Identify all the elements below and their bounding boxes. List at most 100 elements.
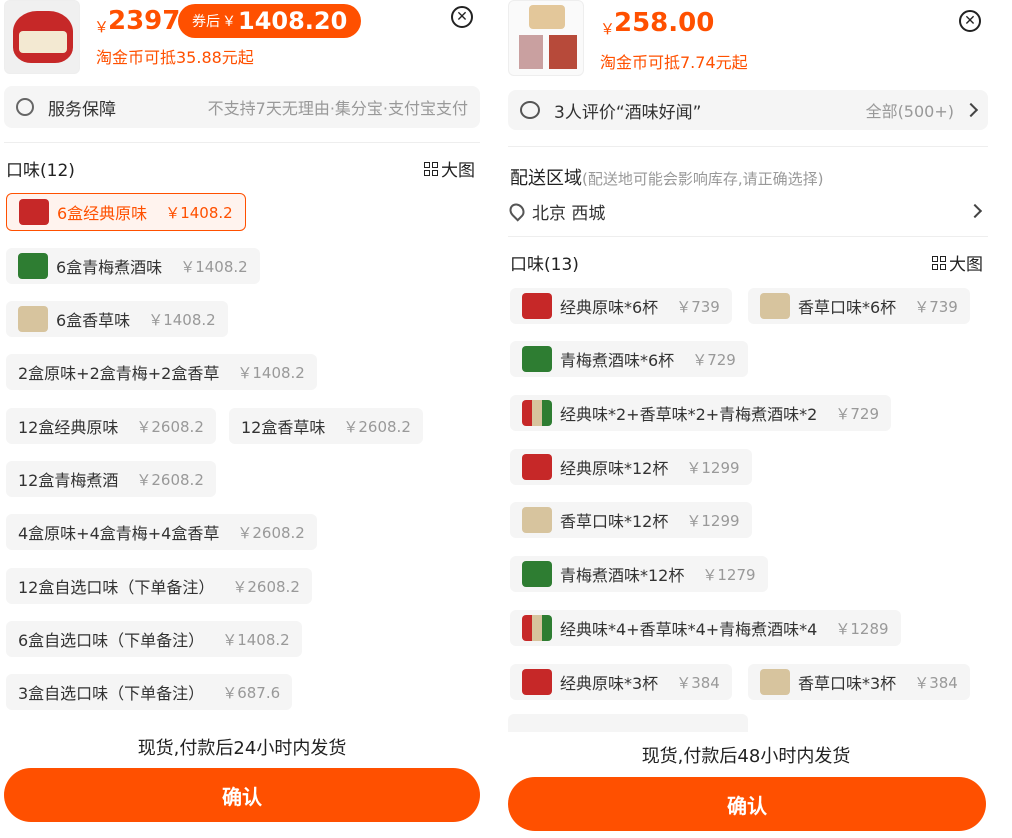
option-thumbnail xyxy=(522,669,552,695)
option-price: ￥739 xyxy=(676,297,720,316)
option-price: ￥2608.2 xyxy=(237,523,305,542)
yen-symbol: ￥ xyxy=(600,20,616,38)
sku-option[interactable]: 香草口味*3杯 ￥384 xyxy=(748,664,970,700)
product-price: 2397 xyxy=(108,6,181,36)
option-name: 经典味*2+香草味*2+青梅煮酒味*2 xyxy=(560,405,818,424)
flavor-title-text: 口味(12) xyxy=(6,161,75,181)
sku-option[interactable]: 4盒原味+4盒青梅+4盒香草 ￥2608.2 xyxy=(6,514,317,550)
option-price: ￥1408.2 xyxy=(165,203,233,222)
option-name: 12盒自选口味（下单备注） xyxy=(18,578,215,597)
product-thumbnail xyxy=(508,0,584,76)
grid-icon xyxy=(932,255,946,270)
delivery-location: 北京 西城 xyxy=(532,203,606,224)
option-name: 经典味*4+香草味*4+青梅煮酒味*4 xyxy=(560,620,818,639)
flavor-title-text: 口味(13) xyxy=(510,255,579,275)
sku-option[interactable]: 6盒青梅煮酒味 ￥1408.2 xyxy=(6,248,260,284)
option-thumbnail xyxy=(522,507,552,533)
service-guarantee-row[interactable]: 服务保障 不支持7天无理由·集分宝·支付宝支付 xyxy=(4,86,480,128)
sku-option[interactable]: 6盒自选口味（下单备注） ￥1408.2 xyxy=(6,621,302,657)
option-name: 3盒自选口味（下单备注） xyxy=(18,684,205,703)
option-thumbnail xyxy=(18,306,48,332)
grid-icon xyxy=(424,161,438,176)
option-name: 12盒经典原味 xyxy=(18,418,119,437)
location-pin-icon xyxy=(506,200,528,222)
divider xyxy=(508,146,988,147)
option-thumbnail xyxy=(522,561,552,587)
sku-option[interactable]: 香草口味*6杯 ￥739 xyxy=(748,288,970,324)
chat-bubble-icon xyxy=(520,101,540,119)
sku-option[interactable]: 6盒香草味 ￥1408.2 xyxy=(6,301,228,337)
close-icon[interactable]: ✕ xyxy=(959,10,981,32)
yen-symbol: ￥ xyxy=(222,14,236,30)
big-view-button[interactable]: 大图 xyxy=(932,250,983,275)
close-icon[interactable]: ✕ xyxy=(451,6,473,28)
big-view-button[interactable]: 大图 xyxy=(424,156,475,181)
sku-option[interactable]: 经典原味*12杯 ￥1299 xyxy=(510,449,752,485)
delivery-header: 配送区域 (配送地可能会影响库存,请正确选择) xyxy=(510,164,823,190)
option-price: ￥729 xyxy=(692,350,736,369)
review-text: 3人评价“酒味好闻” xyxy=(554,102,702,123)
option-thumbnail xyxy=(522,400,552,426)
scroll-mask xyxy=(496,732,1012,742)
option-price: ￥687.6 xyxy=(222,683,281,702)
option-thumbnail xyxy=(522,615,552,641)
service-value: 不支持7天无理由·集分宝·支付宝支付 xyxy=(207,99,468,118)
option-name: 香草口味*3杯 xyxy=(798,674,897,693)
sku-option[interactable]: 青梅煮酒味*12杯 ￥1279 xyxy=(510,556,768,592)
option-name: 6盒经典原味 xyxy=(57,204,148,223)
delivery-location-row[interactable]: 北京 西城 xyxy=(506,198,986,224)
right-sku-panel: ￥ 258.00 ✕ 淘金币可抵7.74元起 3人评价“酒味好闻” 全部(500… xyxy=(496,0,1012,838)
delivery-title: 配送区域 xyxy=(510,168,582,189)
big-view-label: 大图 xyxy=(441,161,475,181)
option-name: 6盒香草味 xyxy=(56,311,131,330)
sku-option[interactable]: 6盒经典原味 ￥1408.2 xyxy=(6,193,246,231)
option-name: 香草口味*12杯 xyxy=(560,512,669,531)
option-price: ￥739 xyxy=(914,297,958,316)
sku-option[interactable]: 青梅煮酒味*6杯 ￥729 xyxy=(510,341,748,377)
left-sku-panel: ￥ 2397 券后 ￥ 1408.20 ✕ 淘金币可抵35.88元起 服务保障 … xyxy=(0,0,490,838)
option-price: ￥1408.2 xyxy=(222,630,290,649)
badge-icon xyxy=(16,98,34,116)
option-name: 青梅煮酒味*6杯 xyxy=(560,351,675,370)
sku-option[interactable]: 经典原味*6杯 ￥739 xyxy=(510,288,732,324)
sku-option[interactable]: 2盒原味+2盒青梅+2盒香草 ￥1408.2 xyxy=(6,354,317,390)
option-thumbnail xyxy=(760,293,790,319)
divider xyxy=(4,142,480,143)
option-name: 4盒原味+4盒青梅+4盒香草 xyxy=(18,524,220,543)
option-name: 12盒青梅煮酒 xyxy=(18,471,119,490)
option-name: 青梅煮酒味*12杯 xyxy=(560,566,685,585)
sku-option[interactable]: 香草口味*12杯 ￥1299 xyxy=(510,502,752,538)
review-all: 全部(500+) xyxy=(865,102,954,121)
sku-option[interactable]: 12盒青梅煮酒 ￥2608.2 xyxy=(6,461,216,497)
review-row[interactable]: 3人评价“酒味好闻” 全部(500+) xyxy=(508,90,988,130)
confirm-button[interactable]: 确认 xyxy=(4,768,480,822)
coupon-label: 券后 xyxy=(192,14,220,30)
option-name: 6盒青梅煮酒味 xyxy=(56,258,163,277)
option-price: ￥384 xyxy=(914,673,958,692)
option-price: ￥2608.2 xyxy=(136,470,204,489)
option-price: ￥1408.2 xyxy=(237,363,305,382)
coin-deduction: 淘金币可抵35.88元起 xyxy=(96,48,254,67)
flavor-section-title: 口味(12) xyxy=(6,156,75,181)
product-price: 258.00 xyxy=(614,8,715,38)
chevron-right-icon xyxy=(967,203,983,219)
sku-option[interactable]: 12盒香草味 ￥2608.2 xyxy=(229,408,423,444)
option-price: ￥2608.2 xyxy=(232,577,300,596)
sku-option[interactable]: 12盒经典原味 ￥2608.2 xyxy=(6,408,216,444)
sku-option[interactable]: 经典味*4+香草味*4+青梅煮酒味*4 ￥1289 xyxy=(510,610,901,646)
chevron-right-icon xyxy=(963,102,979,118)
sku-option[interactable]: 3盒自选口味（下单备注） ￥687.6 xyxy=(6,674,293,710)
service-label: 服务保障 xyxy=(48,99,116,120)
option-thumbnail xyxy=(522,346,552,372)
sku-option[interactable]: 12盒自选口味（下单备注） ￥2608.2 xyxy=(6,568,312,604)
option-name: 经典原味*12杯 xyxy=(560,459,669,478)
confirm-button[interactable]: 确认 xyxy=(508,777,986,831)
option-price: ￥729 xyxy=(835,404,879,423)
sku-option[interactable]: 经典原味*3杯 ￥384 xyxy=(510,664,732,700)
option-price: ￥2608.2 xyxy=(136,417,204,436)
option-name: 12盒香草味 xyxy=(241,418,326,437)
flavor-section-title: 口味(13) xyxy=(510,250,579,275)
sku-option[interactable]: 经典味*2+香草味*2+青梅煮酒味*2 ￥729 xyxy=(510,395,891,431)
big-view-label: 大图 xyxy=(949,255,983,275)
delivery-note: (配送地可能会影响库存,请正确选择) xyxy=(582,170,824,188)
